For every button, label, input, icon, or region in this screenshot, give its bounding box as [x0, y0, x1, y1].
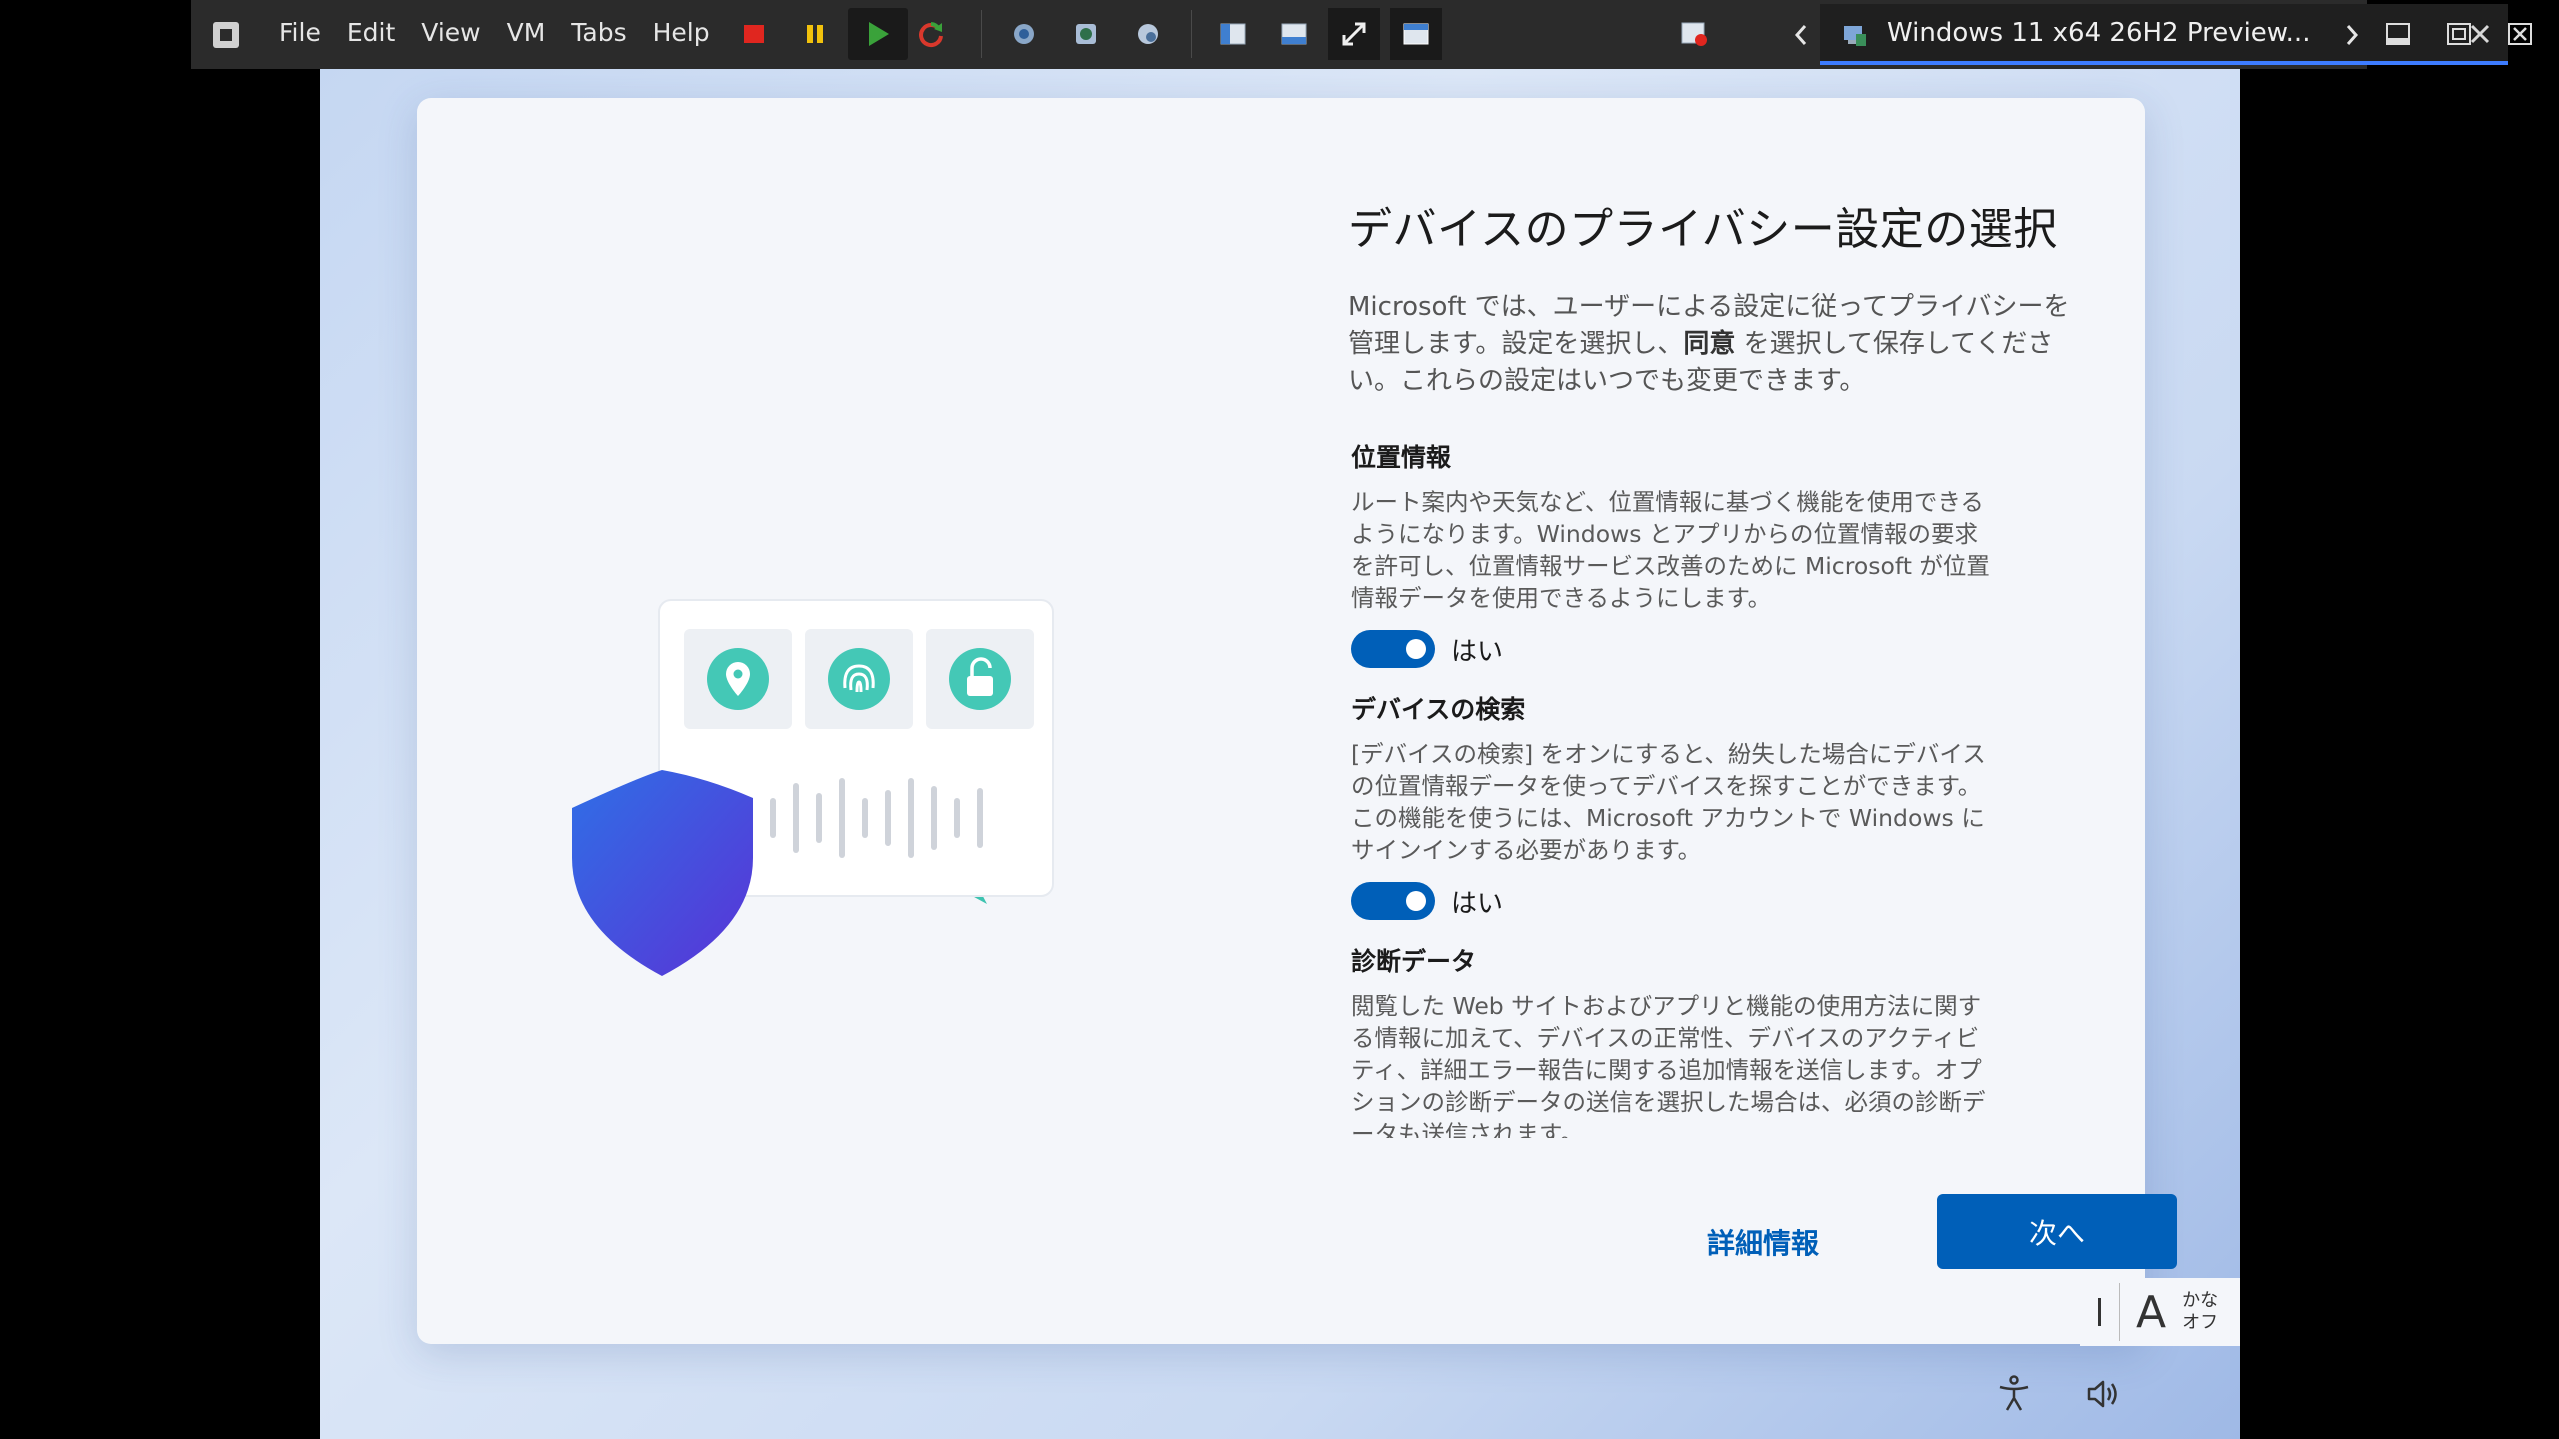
description-agree-keyword: 同意 — [1683, 329, 1736, 359]
more-info-button[interactable]: 詳細情報 — [1707, 1222, 1819, 1262]
privacy-content: デバイスのプライバシー設定の選択 Microsoft では、ユーザーによる設定に… — [1348, 193, 2088, 400]
thumbnail-bar-icon[interactable] — [1279, 19, 1309, 49]
shield-icon — [572, 770, 753, 976]
snapshot-manager-icon[interactable] — [1133, 19, 1163, 49]
tab-scroll-left-icon[interactable] — [1786, 20, 1816, 50]
oobe-dialog: デバイスのプライバシー設定の選択 Microsoft では、ユーザーによる設定に… — [417, 98, 2177, 1344]
next-button[interactable]: 次へ — [1937, 1194, 2177, 1269]
restore-icon[interactable] — [2444, 19, 2474, 49]
menu-bar: File Edit View VM Tabs Help — [279, 18, 736, 47]
ime-divider — [2119, 1283, 2120, 1341]
settings-scroll-area[interactable]: 位置情報 ルート案内や天気など、位置情報に基づく機能を使用できるようになります。… — [1348, 438, 2008, 1138]
toolbar-divider — [981, 10, 982, 58]
tab-title: Windows 11 x64 26H2 Preview... — [1887, 18, 2311, 48]
snapshot-icon[interactable] — [1009, 19, 1039, 49]
ime-kana-line: かな — [2182, 1290, 2219, 1311]
fullscreen-icon[interactable] — [1328, 8, 1380, 60]
fingerprint-icon — [828, 648, 890, 710]
setting-diagnostic-data: 診断データ 閲覧した Web サイトおよびアプリと機能の使用方法に関する情報に加… — [1348, 942, 2008, 1138]
ime-off-line: オフ — [2182, 1312, 2219, 1333]
unity-view-icon[interactable] — [1390, 8, 1442, 60]
menu-vm[interactable]: VM — [507, 18, 546, 47]
text-cursor-icon — [2098, 1298, 2101, 1326]
menu-edit[interactable]: Edit — [347, 18, 395, 47]
play-icon[interactable] — [848, 8, 908, 60]
page-title: デバイスのプライバシー設定の選択 — [1348, 204, 2058, 255]
toggle-label: はい — [1451, 888, 1504, 919]
setting-description: 閲覧した Web サイトおよびアプリと機能の使用方法に関する情報に加えて、デバイ… — [1351, 992, 1986, 1138]
minimize-icon[interactable] — [2383, 19, 2413, 49]
setting-title: 位置情報 — [1351, 443, 1452, 472]
vm-app-icon[interactable] — [213, 22, 239, 48]
find-my-device-toggle[interactable] — [1351, 882, 1435, 920]
setting-title: デバイスの検索 — [1351, 695, 1526, 724]
vm-tab-icon — [1842, 22, 1868, 48]
ime-kana-status: かな オフ — [2182, 1290, 2218, 1334]
menu-file[interactable]: File — [279, 18, 321, 47]
location-toggle[interactable] — [1351, 630, 1435, 668]
close-window-icon[interactable] — [2505, 19, 2535, 49]
location-pin-icon — [707, 648, 769, 710]
toolbar-divider — [1191, 10, 1192, 58]
unlock-icon — [949, 648, 1011, 710]
suspend-icon[interactable] — [800, 19, 830, 49]
menu-help[interactable]: Help — [653, 18, 710, 47]
page-description: Microsoft では、ユーザーによる設定に従ってプライバシーを管理します。設… — [1348, 289, 2078, 400]
volume-icon[interactable] — [2084, 1374, 2124, 1414]
stretch-guest-icon[interactable] — [1679, 19, 1709, 49]
tab-scroll-right-icon[interactable] — [2337, 20, 2367, 50]
power-off-icon[interactable] — [739, 19, 769, 49]
menu-tabs[interactable]: Tabs — [571, 18, 626, 47]
setting-location: 位置情報 ルート案内や天気など、位置情報に基づく機能を使用できるようになります。… — [1348, 438, 2008, 668]
menu-view[interactable]: View — [421, 18, 480, 47]
setting-description: ルート案内や天気など、位置情報に基づく機能を使用できるようになります。Windo… — [1351, 488, 1990, 612]
revert-snapshot-icon[interactable] — [1071, 19, 1101, 49]
sidebar-toggle-icon[interactable] — [1218, 19, 1248, 49]
setting-description: [デバイスの検索] をオンにすると、紛失した場合にデバイスの位置情報データを使っ… — [1351, 740, 1986, 864]
ime-indicator[interactable]: A かな オフ — [2080, 1278, 2240, 1346]
setting-find-my-device: デバイスの検索 [デバイスの検索] をオンにすると、紛失した場合にデバイスの位置… — [1348, 690, 2008, 920]
privacy-illustration — [547, 498, 1147, 1018]
setting-title: 診断データ — [1351, 947, 1477, 976]
vm-display[interactable]: デバイスのプライバシー設定の選択 Microsoft では、ユーザーによる設定に… — [320, 69, 2240, 1439]
restart-icon[interactable] — [916, 19, 946, 49]
ime-mode-letter: A — [2136, 1286, 2167, 1338]
vm-toolbar: File Edit View VM Tabs Help Windows 11 x… — [191, 0, 2532, 69]
toggle-label: はい — [1451, 636, 1504, 667]
accessibility-icon[interactable] — [1994, 1374, 2034, 1414]
